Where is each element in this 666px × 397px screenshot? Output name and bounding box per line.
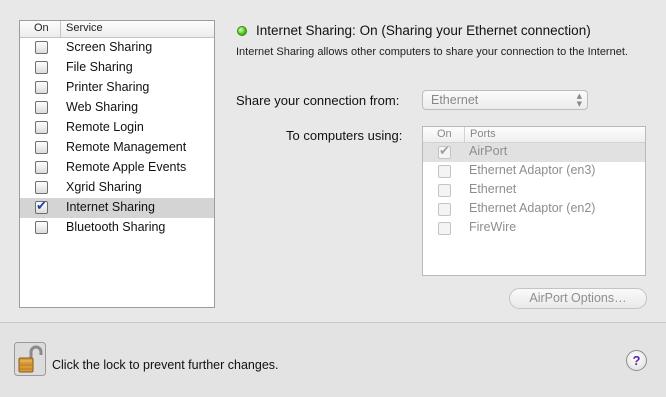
port-row[interactable]: Ethernet Adaptor (en2) — [423, 200, 645, 219]
service-label: Bluetooth Sharing — [66, 220, 166, 234]
service-list-header: On Service — [20, 21, 214, 38]
service-row[interactable]: Remote Login — [20, 118, 214, 138]
service-checkbox[interactable] — [35, 41, 48, 54]
ports-table[interactable]: On Ports AirPort Ethernet Adaptor (en3) Et… — [422, 126, 646, 276]
service-label: Internet Sharing — [66, 200, 155, 214]
service-checkbox[interactable] — [35, 181, 48, 194]
sharing-pane: On Service Screen Sharing File Sharing Pri… — [0, 0, 666, 322]
to-computers-label: To computers using: — [286, 128, 403, 143]
port-label: Ethernet Adaptor (en2) — [469, 201, 596, 215]
column-header-on[interactable]: On — [20, 21, 61, 37]
service-checkbox[interactable] — [35, 61, 48, 74]
service-checkbox[interactable] — [35, 121, 48, 134]
service-label: Screen Sharing — [66, 40, 153, 54]
ports-table-header: On Ports — [423, 127, 645, 143]
port-checkbox[interactable] — [438, 184, 451, 197]
service-row[interactable]: Web Sharing — [20, 98, 214, 118]
service-checkbox[interactable] — [35, 81, 48, 94]
service-label: Web Sharing — [66, 100, 139, 114]
port-checkbox[interactable] — [438, 222, 451, 235]
airport-options-button[interactable]: AirPort Options… — [509, 288, 647, 309]
port-label: Ethernet — [469, 182, 517, 196]
service-label: Remote Apple Events — [66, 160, 187, 174]
service-row[interactable]: File Sharing — [20, 58, 214, 78]
service-checkbox[interactable] — [35, 101, 48, 114]
column-header-service[interactable]: Service — [66, 22, 103, 34]
service-list[interactable]: On Service Screen Sharing File Sharing Pri… — [19, 20, 215, 308]
service-checkbox[interactable] — [35, 161, 48, 174]
status-indicator-icon — [237, 26, 247, 36]
port-label: FireWire — [469, 220, 517, 234]
ports-column-header-on[interactable]: On — [423, 127, 465, 142]
share-from-popup[interactable]: Ethernet ▲ ▼ — [422, 90, 588, 110]
port-row[interactable]: Ethernet — [423, 181, 645, 200]
lock-icon[interactable] — [14, 342, 46, 376]
status-title: Internet Sharing: On (Sharing your Ether… — [256, 23, 591, 38]
service-row[interactable]: Screen Sharing — [20, 38, 214, 58]
port-row[interactable]: AirPort — [423, 143, 645, 162]
service-label: Remote Management — [66, 140, 187, 154]
service-checkbox[interactable] — [35, 141, 48, 154]
help-button[interactable]: ? — [626, 350, 647, 371]
service-label: Xgrid Sharing — [66, 180, 142, 194]
port-label: Ethernet Adaptor (en3) — [469, 163, 596, 177]
service-label: File Sharing — [66, 60, 133, 74]
port-label: AirPort — [469, 144, 508, 158]
service-checkbox[interactable] — [35, 199, 48, 214]
port-row[interactable]: Ethernet Adaptor (en3) — [423, 162, 645, 181]
lock-label: Click the lock to prevent further change… — [52, 358, 279, 372]
port-rows: AirPort Ethernet Adaptor (en3) Ethernet Eth… — [423, 143, 645, 238]
service-rows: Screen Sharing File Sharing Printer Sharin… — [20, 38, 214, 238]
ports-column-header-ports[interactable]: Ports — [470, 128, 496, 140]
popup-arrows-icon: ▲ ▼ — [576, 92, 582, 108]
port-checkbox[interactable] — [438, 203, 451, 216]
service-row[interactable]: Bluetooth Sharing — [20, 218, 214, 238]
service-row[interactable]: Remote Apple Events — [20, 158, 214, 178]
service-label: Printer Sharing — [66, 80, 150, 94]
port-checkbox[interactable] — [438, 144, 451, 159]
share-from-value: Ethernet — [431, 93, 479, 107]
port-checkbox[interactable] — [438, 165, 451, 178]
port-row[interactable]: FireWire — [423, 219, 645, 238]
service-row[interactable]: Printer Sharing — [20, 78, 214, 98]
service-row[interactable]: Internet Sharing — [20, 198, 214, 218]
service-row[interactable]: Xgrid Sharing — [20, 178, 214, 198]
service-row[interactable]: Remote Management — [20, 138, 214, 158]
service-checkbox[interactable] — [35, 221, 48, 234]
status-description: Internet Sharing allows other computers … — [236, 46, 628, 58]
service-label: Remote Login — [66, 120, 144, 134]
share-from-label: Share your connection from: — [236, 93, 400, 108]
